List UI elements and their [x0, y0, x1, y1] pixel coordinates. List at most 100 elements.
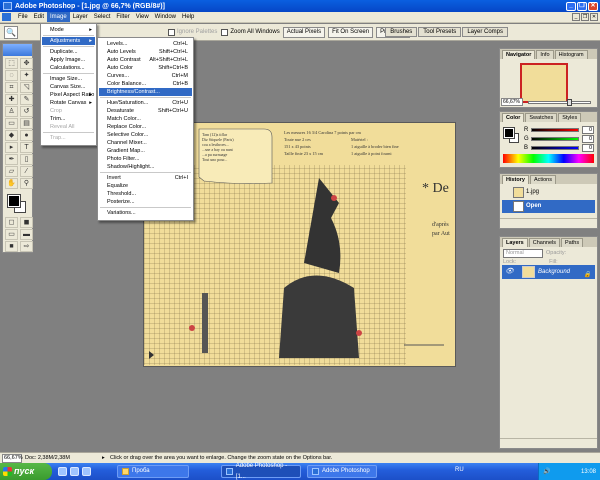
healing-brush-icon[interactable]: ✚ — [5, 94, 18, 105]
tab-history[interactable]: History — [502, 175, 529, 184]
history-brush-icon[interactable]: ↺ — [20, 106, 33, 117]
menu-item-pixel-aspect[interactable]: Pixel Aspect Ratio ▸ — [42, 91, 95, 99]
menu-item-auto-contrast[interactable]: Auto Contrast Alt+Shift+Ctrl+L — [99, 56, 192, 64]
zoom-tool-icon[interactable]: 🔍 — [4, 25, 18, 39]
marquee-tool-icon[interactable]: ⬚ — [5, 58, 18, 69]
menu-item-photo-filter[interactable]: Photo Filter... — [99, 155, 192, 163]
clock[interactable]: 13:08 — [581, 469, 596, 475]
tab-histogram[interactable]: Histogram — [554, 50, 588, 59]
tab-layers[interactable]: Layers — [502, 238, 528, 247]
close-button[interactable]: ✕ — [588, 1, 598, 11]
menu-item-match-color[interactable]: Match Color... — [99, 115, 192, 123]
brush-tool-icon[interactable]: ✎ — [20, 94, 33, 105]
pen-tool-icon[interactable]: ✒ — [5, 154, 18, 165]
toolbox-header[interactable] — [3, 44, 32, 56]
menu-view[interactable]: View — [133, 12, 152, 22]
history-step[interactable]: Open — [502, 200, 595, 213]
hand-tool-icon[interactable]: ✋ — [5, 178, 18, 189]
path-selection-icon[interactable]: ▸ — [5, 142, 18, 153]
status-zoom-field[interactable]: 66,67% — [2, 453, 23, 463]
menu-edit[interactable]: Edit — [31, 12, 47, 22]
gradient-tool-icon[interactable]: ▤ — [20, 118, 33, 129]
menu-item-equalize[interactable]: Equalize — [99, 182, 192, 190]
navigator-zoom-slider[interactable] — [528, 99, 591, 106]
menu-item-gradient-map[interactable]: Gradient Map... — [99, 147, 192, 155]
app-menu-icon[interactable] — [2, 13, 11, 21]
menu-item-channel-mixer[interactable]: Channel Mixer... — [99, 139, 192, 147]
shape-tool-icon[interactable]: ▯ — [20, 154, 33, 165]
screen-mode-black-icon[interactable]: ■ — [5, 241, 18, 252]
notes-tool-icon[interactable]: ▱ — [5, 166, 18, 177]
status-menu-arrow-icon[interactable]: ▸ — [102, 455, 110, 461]
tab-navigator[interactable]: Navigator — [502, 50, 536, 59]
red-track[interactable] — [531, 128, 579, 132]
quicklaunch-desktop-icon[interactable] — [70, 467, 79, 476]
jump-to-imageready-icon[interactable]: ⇨ — [20, 241, 33, 252]
tab-layer-comps[interactable]: Layer Comps — [462, 27, 508, 37]
menu-item-brightness-contrast[interactable]: Brightness/Contrast... — [99, 88, 192, 96]
screen-mode-standard-icon[interactable]: ▭ — [5, 229, 18, 240]
green-track[interactable] — [531, 137, 579, 141]
menu-select[interactable]: Select — [91, 12, 114, 22]
menu-item-duplicate[interactable]: Duplicate... — [42, 48, 95, 56]
menu-item-canvas-size[interactable]: Canvas Size... — [42, 83, 95, 91]
taskbar-item-photoshop[interactable]: Adobe Photoshop — [307, 465, 377, 478]
slice-tool-icon[interactable]: ◹ — [20, 82, 33, 93]
tab-paths[interactable]: Paths — [561, 238, 584, 247]
eyedropper-icon[interactable]: ⁄ — [20, 166, 33, 177]
menu-filter[interactable]: Filter — [113, 12, 132, 22]
navigator-zoom-field[interactable]: 66,67% — [501, 98, 523, 106]
clone-stamp-icon[interactable]: ♙ — [5, 106, 18, 117]
menu-item-replace-color[interactable]: Replace Color... — [99, 123, 192, 131]
menu-help[interactable]: Help — [179, 12, 197, 22]
color-spectrum-bar[interactable] — [503, 154, 594, 163]
menu-item-hue-saturation[interactable]: Hue/Saturation... Ctrl+U — [99, 99, 192, 107]
quicklaunch-ie-icon[interactable] — [58, 467, 67, 476]
start-button[interactable]: пуск — [0, 463, 52, 480]
menu-item-trim[interactable]: Trim... — [42, 115, 95, 123]
menu-item-selective-color[interactable]: Selective Color... — [99, 131, 192, 139]
doc-close-button[interactable]: ✕ — [590, 13, 598, 21]
menu-window[interactable]: Window — [152, 12, 179, 22]
menu-item-variations[interactable]: Variations... — [99, 209, 192, 217]
menu-item-mode[interactable]: Mode ▸ — [42, 26, 95, 34]
crop-tool-icon[interactable]: ⌗ — [5, 82, 18, 93]
menu-item-auto-color[interactable]: Auto Color Shift+Ctrl+B — [99, 64, 192, 72]
green-value[interactable]: 0 — [582, 135, 594, 143]
slider-knob[interactable] — [567, 99, 572, 106]
menu-item-rotate-canvas[interactable]: Rotate Canvas ▸ — [42, 99, 95, 107]
actual-pixels-button[interactable]: Actual Pixels — [282, 26, 326, 38]
dodge-tool-icon[interactable]: ● — [20, 130, 33, 141]
history-snapshot[interactable]: 1.jpg — [502, 186, 595, 199]
menu-item-curves[interactable]: Curves... Ctrl+M — [99, 72, 192, 80]
menu-item-desaturate[interactable]: Desaturate Shift+Ctrl+U — [99, 107, 192, 115]
tab-channels[interactable]: Channels — [528, 238, 560, 247]
tray-volume-icon[interactable]: 🔊 — [543, 468, 550, 475]
taskbar-item-folder[interactable]: Проба — [117, 465, 189, 478]
menu-item-color-balance[interactable]: Color Balance... Ctrl+B — [99, 80, 192, 88]
color-foreground-swatch[interactable] — [503, 127, 515, 139]
menu-item-threshold[interactable]: Threshold... — [99, 190, 192, 198]
tab-info[interactable]: Info — [536, 50, 554, 59]
zoom-tool-box-icon[interactable]: ⚲ — [20, 178, 33, 189]
menu-item-auto-levels[interactable]: Auto Levels Shift+Ctrl+L — [99, 48, 192, 56]
tab-color[interactable]: Color — [502, 113, 525, 122]
menu-item-apply-image[interactable]: Apply Image... — [42, 56, 95, 64]
blend-mode-select[interactable]: Normal — [503, 248, 543, 258]
doc-minimize-button[interactable]: _ — [572, 13, 580, 21]
language-indicator[interactable]: RU — [455, 467, 464, 473]
taskbar-item-photoshop-doc[interactable]: Adobe Photoshop - [1... — [221, 463, 301, 480]
menu-file[interactable]: File — [15, 12, 31, 22]
menu-item-shadow-highlight[interactable]: Shadow/Highlight... — [99, 163, 192, 171]
fit-on-screen-button[interactable]: Fit On Screen — [328, 26, 374, 38]
standard-mode-icon[interactable]: ◻ — [5, 217, 18, 228]
blur-tool-icon[interactable]: ◆ — [5, 130, 18, 141]
tab-tool-presets[interactable]: Tool Presets — [418, 27, 462, 37]
blue-track[interactable] — [531, 146, 579, 150]
magic-wand-icon[interactable]: ✦ — [20, 70, 33, 81]
blue-value[interactable]: 0 — [582, 144, 594, 152]
type-tool-icon[interactable]: T — [20, 142, 33, 153]
visibility-eye-icon[interactable]: 👁 — [505, 268, 514, 276]
menu-image[interactable]: Image — [47, 12, 70, 22]
green-slider[interactable]: G 0 — [524, 135, 594, 143]
